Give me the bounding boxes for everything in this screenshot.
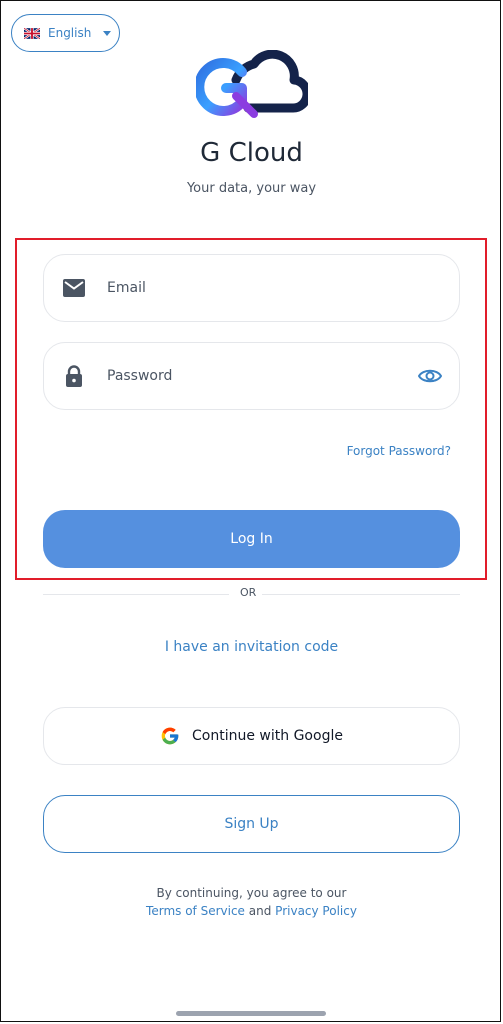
continue-with-google-button[interactable]: Continue with Google: [43, 707, 460, 765]
or-divider: OR: [43, 586, 460, 602]
app-title: G Cloud: [200, 138, 303, 168]
divider-line-right: [262, 594, 460, 595]
language-label: English: [48, 26, 92, 40]
forgot-password-link[interactable]: Forgot Password?: [347, 444, 451, 458]
or-text: OR: [240, 586, 257, 599]
language-selector[interactable]: English: [11, 14, 120, 52]
google-icon: [161, 727, 179, 745]
invitation-code-link[interactable]: I have an invitation code: [0, 639, 503, 655]
email-field[interactable]: Email: [43, 254, 460, 322]
legal-and: and: [248, 904, 272, 918]
sign-up-button[interactable]: Sign Up: [43, 795, 460, 853]
privacy-policy-link[interactable]: Privacy Policy: [275, 904, 357, 918]
terms-of-service-link[interactable]: Terms of Service: [146, 904, 245, 918]
app-subtitle: Your data, your way: [186, 181, 317, 196]
email-placeholder: Email: [107, 280, 146, 296]
g-cloud-logo-icon: [196, 50, 308, 118]
chevron-down-icon: [103, 30, 112, 36]
password-field[interactable]: Password: [43, 342, 460, 410]
google-button-label: Continue with Google: [192, 728, 343, 744]
divider-line-left: [43, 594, 229, 595]
legal-prefix: By continuing, you agree to our: [156, 886, 347, 900]
mail-icon: [62, 276, 86, 300]
legal-links-line: Terms of Service and Privacy Policy: [0, 902, 503, 920]
login-button[interactable]: Log In: [43, 510, 460, 568]
uk-flag-icon: [24, 27, 40, 39]
home-indicator[interactable]: [176, 1011, 326, 1016]
legal-text: By continuing, you agree to our Terms of…: [0, 884, 503, 920]
lock-icon: [62, 364, 86, 388]
show-password-icon[interactable]: [417, 363, 443, 389]
password-placeholder: Password: [107, 368, 173, 384]
